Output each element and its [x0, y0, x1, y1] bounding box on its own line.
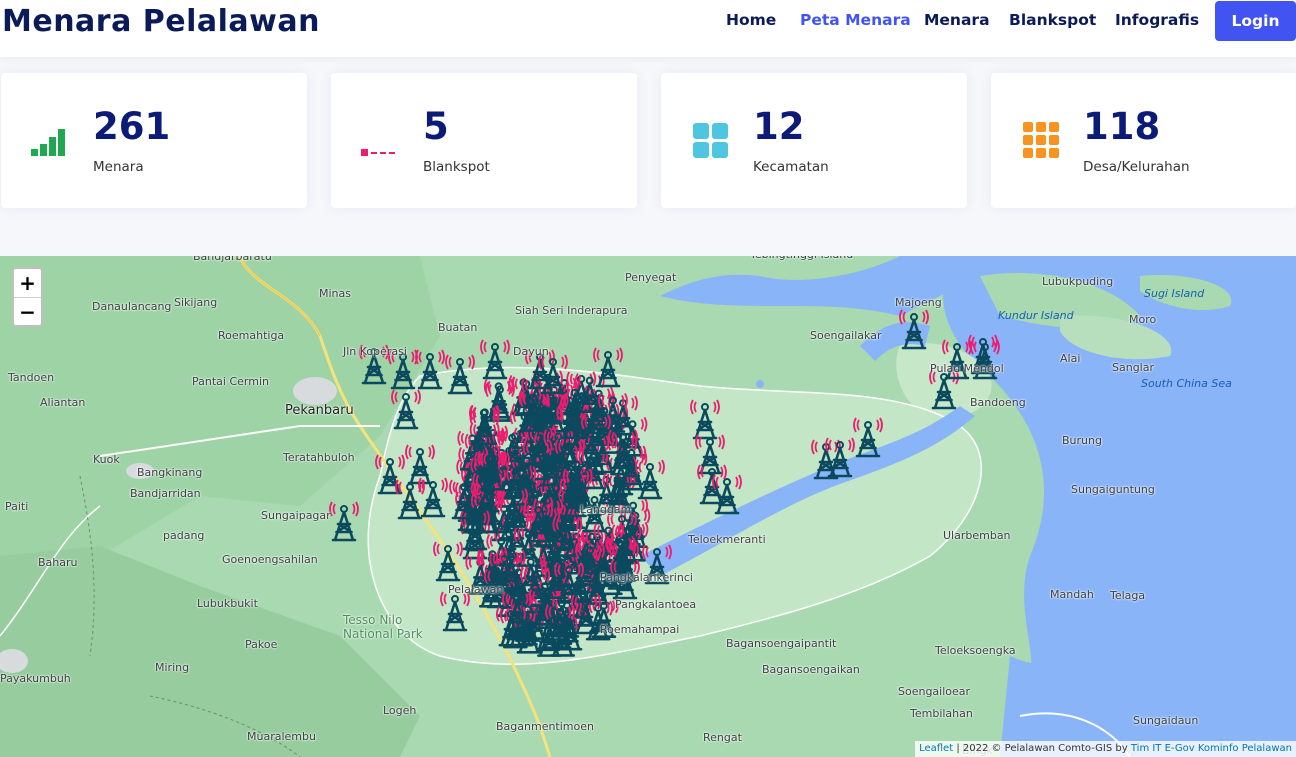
nav-blankspot[interactable]: Blankspot — [1009, 11, 1096, 31]
map-place-label: Miring — [155, 661, 190, 674]
map-place-label: Sungaidaun — [1133, 714, 1199, 727]
map-place-label: Buatan — [438, 321, 478, 334]
map-place-label: Baharu — [38, 556, 78, 569]
map-place-label: Sugi Island — [1144, 287, 1205, 300]
map-place-label: Sungaipagar — [261, 509, 331, 522]
map-place-label: Goenoengsahilan — [222, 553, 318, 566]
map-place-label: Pangkalantoea — [615, 598, 697, 611]
map-place-label: Pelalawan — [448, 583, 504, 596]
nav-home[interactable]: Home — [726, 11, 776, 31]
map-place-label: Sanglar — [1112, 361, 1154, 374]
attribution-text: | 2022 © Pelalawan Comto-GIS by — [953, 743, 1131, 754]
map-place-label: Soengailakar — [810, 329, 882, 342]
stat-value: 12 — [753, 105, 805, 148]
map-place-label: padang — [163, 529, 205, 542]
map-place-label: Kundur Island — [998, 309, 1074, 322]
map-place-label: Paiti — [5, 500, 29, 513]
top-header: Menara Pelalawan Home Peta Menara Menara… — [0, 0, 1296, 57]
map-place-label: Baganmentimoen — [496, 720, 594, 733]
map-place-label: Lubukpuding — [1042, 275, 1114, 288]
map-place-label: Teloekmeranti — [688, 533, 766, 546]
no-signal-icon — [361, 149, 395, 156]
map-place-label: Jln Koperasi — [343, 345, 407, 358]
stat-value: 261 — [93, 105, 171, 148]
map-place-label: Teloeksoengka — [935, 644, 1016, 657]
map-base — [0, 256, 1296, 757]
map-place-label: Tembilahan — [910, 707, 973, 720]
stat-label: Blankspot — [423, 159, 490, 175]
brand-title[interactable]: Menara Pelalawan — [2, 2, 320, 42]
zoom-in-button[interactable]: + — [14, 269, 41, 298]
stat-card-blankspot: 5 Blankspot — [331, 73, 637, 208]
map-place-label: Dayun — [513, 345, 549, 358]
map-place-label: Burung — [1062, 434, 1102, 447]
map-place-label: Sikijang — [174, 296, 218, 309]
map-attribution: Leaflet | 2022 © Pelalawan Comto-GIS by … — [915, 741, 1296, 757]
map-place-label: Lubukbukit — [197, 597, 258, 610]
map-place-label: Tandoen — [8, 371, 55, 384]
map-place-label: Telaga — [1110, 589, 1146, 602]
leaflet-link[interactable]: Leaflet — [919, 743, 953, 754]
map-place-label: Aliantan — [40, 396, 86, 409]
map-place-label: Bandjarridan — [130, 487, 201, 500]
map-place-label: Alai — [1060, 352, 1081, 365]
map-place-label: Penyegat — [625, 271, 677, 284]
map-place-label: Bangkinang — [137, 466, 203, 479]
map-place-label: Tesso Nilo National Park — [343, 613, 423, 641]
map-place-label: Pantai Cermin — [192, 375, 269, 388]
map-place-label: Payakumbuh — [0, 672, 71, 685]
nav-peta-menara[interactable]: Peta Menara — [800, 11, 911, 31]
grid-9-icon — [1023, 122, 1059, 158]
map-place-label: South China Sea — [1141, 377, 1232, 390]
map-place-label: Pangkalankerinci — [600, 571, 693, 584]
map-place-label: Logeh — [383, 704, 417, 717]
stat-card-menara: 261 Menara — [1, 73, 307, 208]
map-place-label: Danaulancang — [92, 300, 172, 313]
map-place-label: Bagansoengaipantit — [726, 637, 837, 650]
map-place-label: Roemahampai — [600, 623, 680, 636]
map-place-label: Bandjarbaratu — [193, 256, 272, 263]
stat-label: Kecamatan — [753, 159, 829, 175]
stat-label: Desa/Kelurahan — [1083, 159, 1190, 175]
map-place-label: Bagansoengaikan — [762, 663, 860, 676]
stat-card-desa: 118 Desa/Kelurahan — [991, 73, 1296, 208]
login-button[interactable]: Login — [1215, 1, 1296, 41]
map-place-label: Tebingtinggi Island — [750, 256, 853, 261]
credit-link[interactable]: Tim IT E-Gov Kominfo Pelalawan — [1131, 743, 1292, 754]
map-place-label: Langgam — [580, 503, 632, 516]
stat-value: 5 — [423, 105, 449, 148]
tower-map[interactable]: Bandjarbaratu Danaulancang Sikijang Minas Pe… — [0, 256, 1296, 757]
zoom-control: + − — [12, 267, 43, 327]
map-place-label: Roemahtiga — [218, 329, 285, 342]
grid-4-icon — [693, 123, 728, 158]
stat-value: 118 — [1083, 105, 1161, 148]
map-place-label: Sungaiguntung — [1071, 483, 1155, 496]
map-place-label: Rengat — [703, 731, 742, 744]
map-place-label: Pekanbaru — [285, 403, 354, 418]
nav-infografis[interactable]: Infografis — [1115, 11, 1199, 31]
map-place-label: Pulau Mendol — [930, 362, 1004, 375]
map-place-label: Moro — [1129, 313, 1157, 326]
map-place-label: Soengailoear — [898, 685, 971, 698]
map-place-label: Ularbemban — [943, 529, 1011, 542]
map-place-label: Mandah — [1050, 588, 1094, 601]
map-place-label: Kuok — [93, 453, 120, 466]
map-place-label: Siah Seri Inderapura — [515, 304, 628, 317]
map-place-label: Muaralembu — [247, 730, 316, 743]
map-place-label: Minas — [319, 287, 351, 300]
stat-card-kecamatan: 12 Kecamatan — [661, 73, 967, 208]
zoom-out-button[interactable]: − — [14, 298, 41, 326]
signal-bars-icon — [31, 129, 65, 156]
map-place-label: Bandoeng — [970, 396, 1026, 409]
nav-menara[interactable]: Menara — [924, 11, 990, 31]
map-place-label: Teratahbuloh — [283, 451, 355, 464]
map-place-label: Pakoe — [245, 638, 278, 651]
map-place-label: Majoeng — [895, 296, 942, 309]
stat-label: Menara — [93, 159, 144, 175]
